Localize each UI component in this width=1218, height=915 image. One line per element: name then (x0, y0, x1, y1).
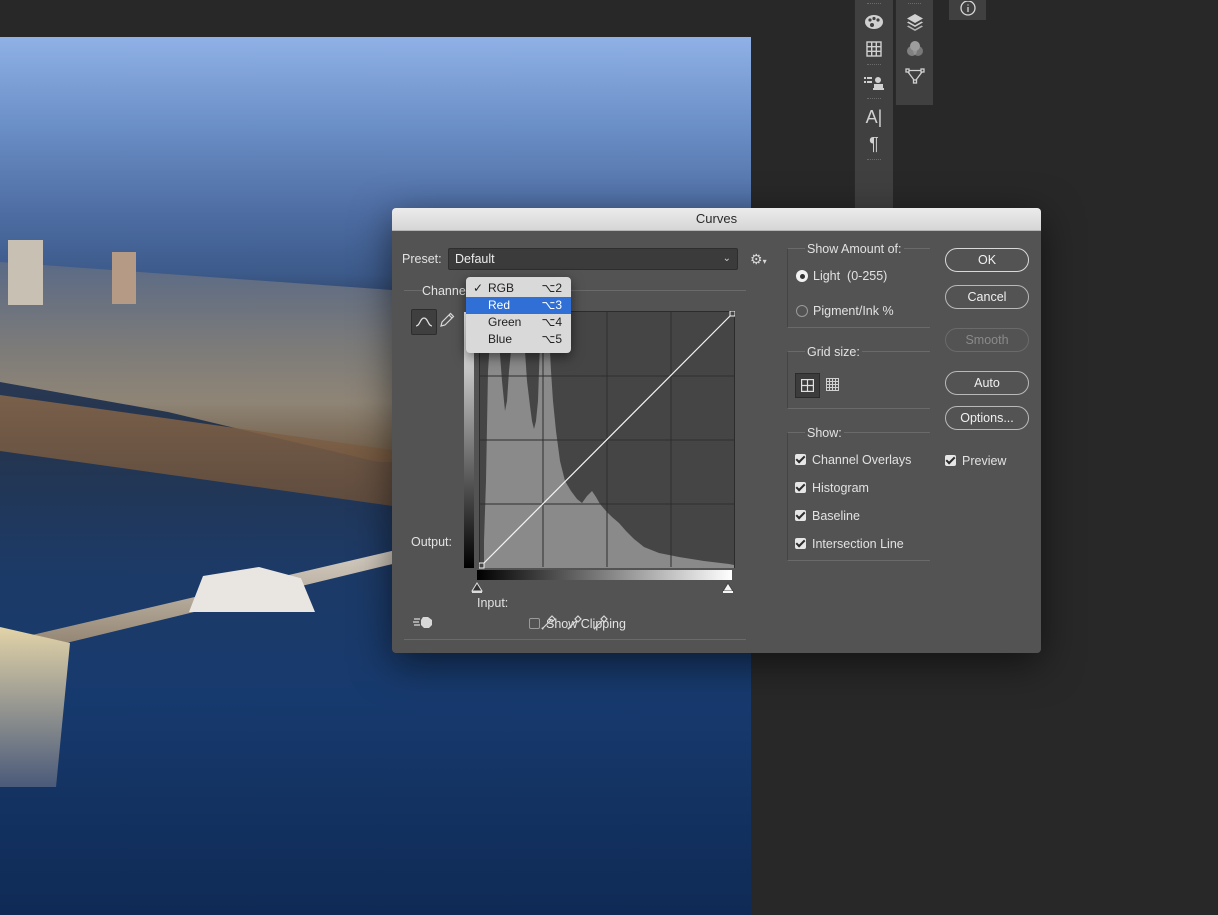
input-label: Input: (477, 596, 509, 610)
checkmark-icon: ✓ (473, 281, 484, 295)
preset-select[interactable]: Default ⌄ (448, 248, 738, 270)
channel-option-rgb[interactable]: ✓ RGB ⌥2 (466, 280, 571, 297)
curve-point-white[interactable] (729, 311, 735, 317)
grid-simple-icon[interactable] (795, 373, 820, 398)
preset-label: Preset: (402, 252, 442, 266)
layers-icon[interactable] (903, 10, 927, 34)
show-clipping-checkbox[interactable]: Show Clipping (529, 615, 626, 633)
black-point-slider[interactable] (471, 582, 483, 594)
preset-value: Default (455, 252, 495, 266)
channel-option-red[interactable]: Red ⌥3 (466, 297, 571, 314)
cancel-button[interactable]: Cancel (945, 285, 1029, 309)
swatches-grid-icon[interactable] (862, 37, 886, 61)
preset-options-gear-icon[interactable]: ⚙▾ (750, 251, 767, 268)
channel-dropdown-menu[interactable]: ✓ RGB ⌥2 Red ⌥3 Green ⌥4 Blue ⌥5 (466, 277, 571, 353)
tool-panel-dock-right (895, 0, 933, 105)
show-clipping-label: Show Clipping (546, 617, 626, 631)
tool-panel-dock-left: A| ¶ (854, 0, 893, 215)
white-point-slider[interactable] (722, 582, 734, 594)
tower-block (8, 240, 43, 305)
preview-label: Preview (962, 454, 1007, 468)
channel-option-green[interactable]: Green ⌥4 (466, 314, 571, 331)
light-radio[interactable]: Light (0-255) (796, 267, 887, 285)
character-type-icon[interactable]: A| (862, 105, 886, 129)
paths-icon[interactable] (903, 64, 927, 88)
channels-icon[interactable] (903, 37, 927, 61)
checkbox-box[interactable] (529, 618, 540, 629)
light-label: Light (0-255) (813, 269, 888, 283)
info-icon[interactable] (949, 0, 986, 20)
panel-grip[interactable] (867, 98, 881, 102)
grid-size-title: Grid size: (805, 345, 862, 359)
bottom-divider (404, 639, 746, 640)
intersection-line-checkbox[interactable]: Intersection Line (795, 535, 904, 553)
preview-checkbox[interactable]: Preview (945, 452, 1006, 470)
clone-source-icon[interactable] (862, 71, 886, 95)
paragraph-icon[interactable]: ¶ (862, 132, 886, 156)
pigment-label: Pigment/Ink % (813, 304, 894, 318)
baseline-checkbox[interactable]: Baseline (795, 507, 860, 525)
show-title: Show: (805, 426, 844, 440)
curve-point-tool-icon[interactable] (411, 309, 437, 335)
targeted-adjustment-icon[interactable] (413, 614, 435, 635)
pencil-draw-icon[interactable] (439, 312, 455, 333)
ok-button[interactable]: OK (945, 248, 1029, 272)
auto-button[interactable]: Auto (945, 371, 1029, 395)
panel-grip[interactable] (867, 64, 881, 68)
pier-pavilion (189, 567, 315, 612)
pigment-radio[interactable]: Pigment/Ink % (796, 302, 894, 320)
show-amount-title: Show Amount of: (805, 242, 904, 256)
dialog-title: Curves (392, 208, 1041, 231)
output-label: Output: (411, 535, 452, 549)
options-button[interactable]: Options... (945, 406, 1029, 430)
channel-label: Channel: (422, 284, 473, 298)
panel-grip[interactable] (867, 3, 881, 7)
tower-block (112, 252, 136, 304)
color-palette-icon[interactable] (862, 10, 886, 34)
channel-option-blue[interactable]: Blue ⌥5 (466, 331, 571, 348)
panel-grip[interactable] (867, 159, 881, 163)
input-gradient-bar (477, 570, 732, 580)
channel-overlays-checkbox[interactable]: Channel Overlays (795, 451, 911, 469)
grid-detailed-icon[interactable] (826, 378, 839, 396)
histogram-checkbox[interactable]: Histogram (795, 479, 869, 497)
panel-grip[interactable] (908, 3, 921, 7)
curve-point-black[interactable] (479, 562, 485, 569)
smooth-button: Smooth (945, 328, 1029, 352)
curves-dialog: Curves Preset: Default ⌄ ⚙▾ Channel: Out… (392, 208, 1041, 653)
pier-end (0, 627, 70, 787)
chevron-down-icon: ⌄ (722, 253, 731, 264)
